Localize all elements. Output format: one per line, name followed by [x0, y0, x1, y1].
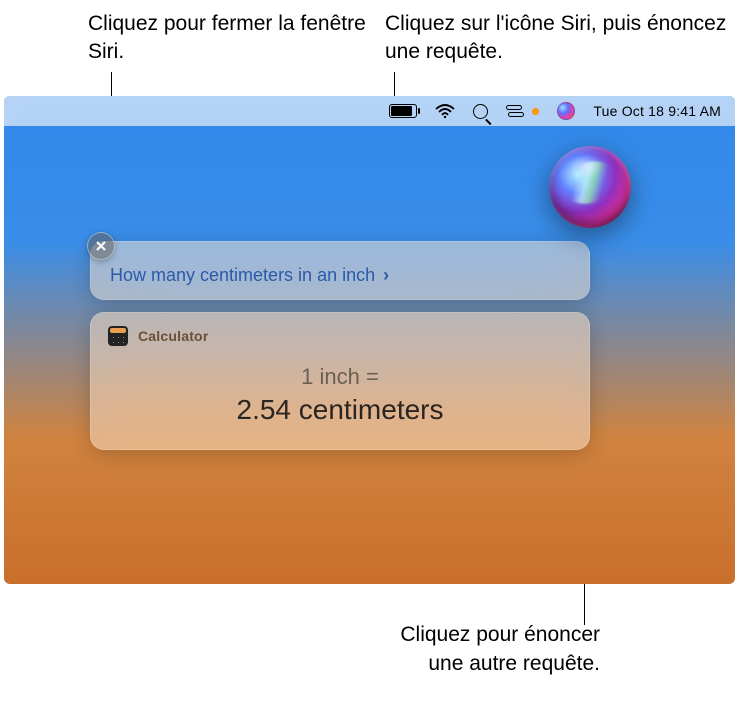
wifi-icon[interactable] — [435, 104, 455, 119]
callout-orb-label: Cliquez pour énoncer une autre requête. — [360, 621, 600, 678]
battery-icon[interactable] — [389, 104, 417, 118]
result-line-1: 1 inch = — [108, 364, 572, 390]
callout-menubar-label: Cliquez sur l'icône Siri, puis énoncez u… — [385, 10, 735, 67]
siri-result-card: Calculator 1 inch = 2.54 centimeters — [90, 312, 590, 450]
siri-query-text: How many centimeters in an inch — [110, 265, 375, 286]
callout-close-label: Cliquez pour fermer la fenêtre Siri. — [88, 10, 388, 67]
menubar: Tue Oct 18 9:41 AM — [4, 96, 735, 126]
chevron-right-icon: › — [383, 265, 389, 286]
siri-menubar-icon[interactable] — [557, 102, 575, 120]
callout-line — [394, 72, 395, 96]
control-center-icon[interactable] — [506, 105, 524, 117]
result-app-name: Calculator — [138, 328, 208, 344]
siri-panel: How many centimeters in an inch › Calcul… — [90, 241, 590, 462]
desktop-screen: Tue Oct 18 9:41 AM How many centimeters … — [4, 96, 735, 584]
siri-orb-button[interactable] — [549, 146, 631, 228]
result-line-2: 2.54 centimeters — [108, 394, 572, 426]
menubar-datetime[interactable]: Tue Oct 18 9:41 AM — [593, 103, 721, 119]
siri-query-card[interactable]: How many centimeters in an inch › — [90, 241, 590, 300]
calculator-icon — [108, 326, 128, 346]
mic-indicator-dot — [532, 108, 539, 115]
spotlight-icon[interactable] — [473, 104, 488, 119]
close-button[interactable] — [87, 232, 115, 260]
